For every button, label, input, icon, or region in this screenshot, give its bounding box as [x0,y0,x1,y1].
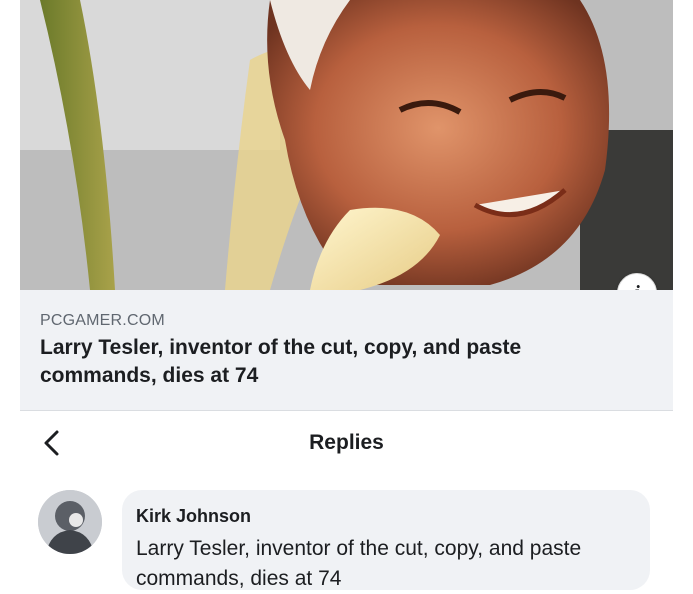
comment-author[interactable]: Kirk Johnson [136,506,251,527]
comment-bubble[interactable]: Kirk Johnson Larry Tesler, inventor of t… [122,490,650,590]
link-domain: PCGAMER.COM [40,312,165,329]
replies-header: Replies [0,411,693,475]
avatar[interactable] [38,490,102,554]
link-preview-card[interactable]: PCGAMER.COM Larry Tesler, inventor of th… [20,290,673,411]
article-photo-image [20,0,673,290]
avatar-image [38,490,102,554]
link-title[interactable]: Larry Tesler, inventor of the cut, copy,… [40,334,620,390]
article-photo[interactable] [20,0,673,290]
page-title: Replies [309,431,384,454]
comment-text: Larry Tesler, inventor of the cut, copy,… [136,537,582,590]
